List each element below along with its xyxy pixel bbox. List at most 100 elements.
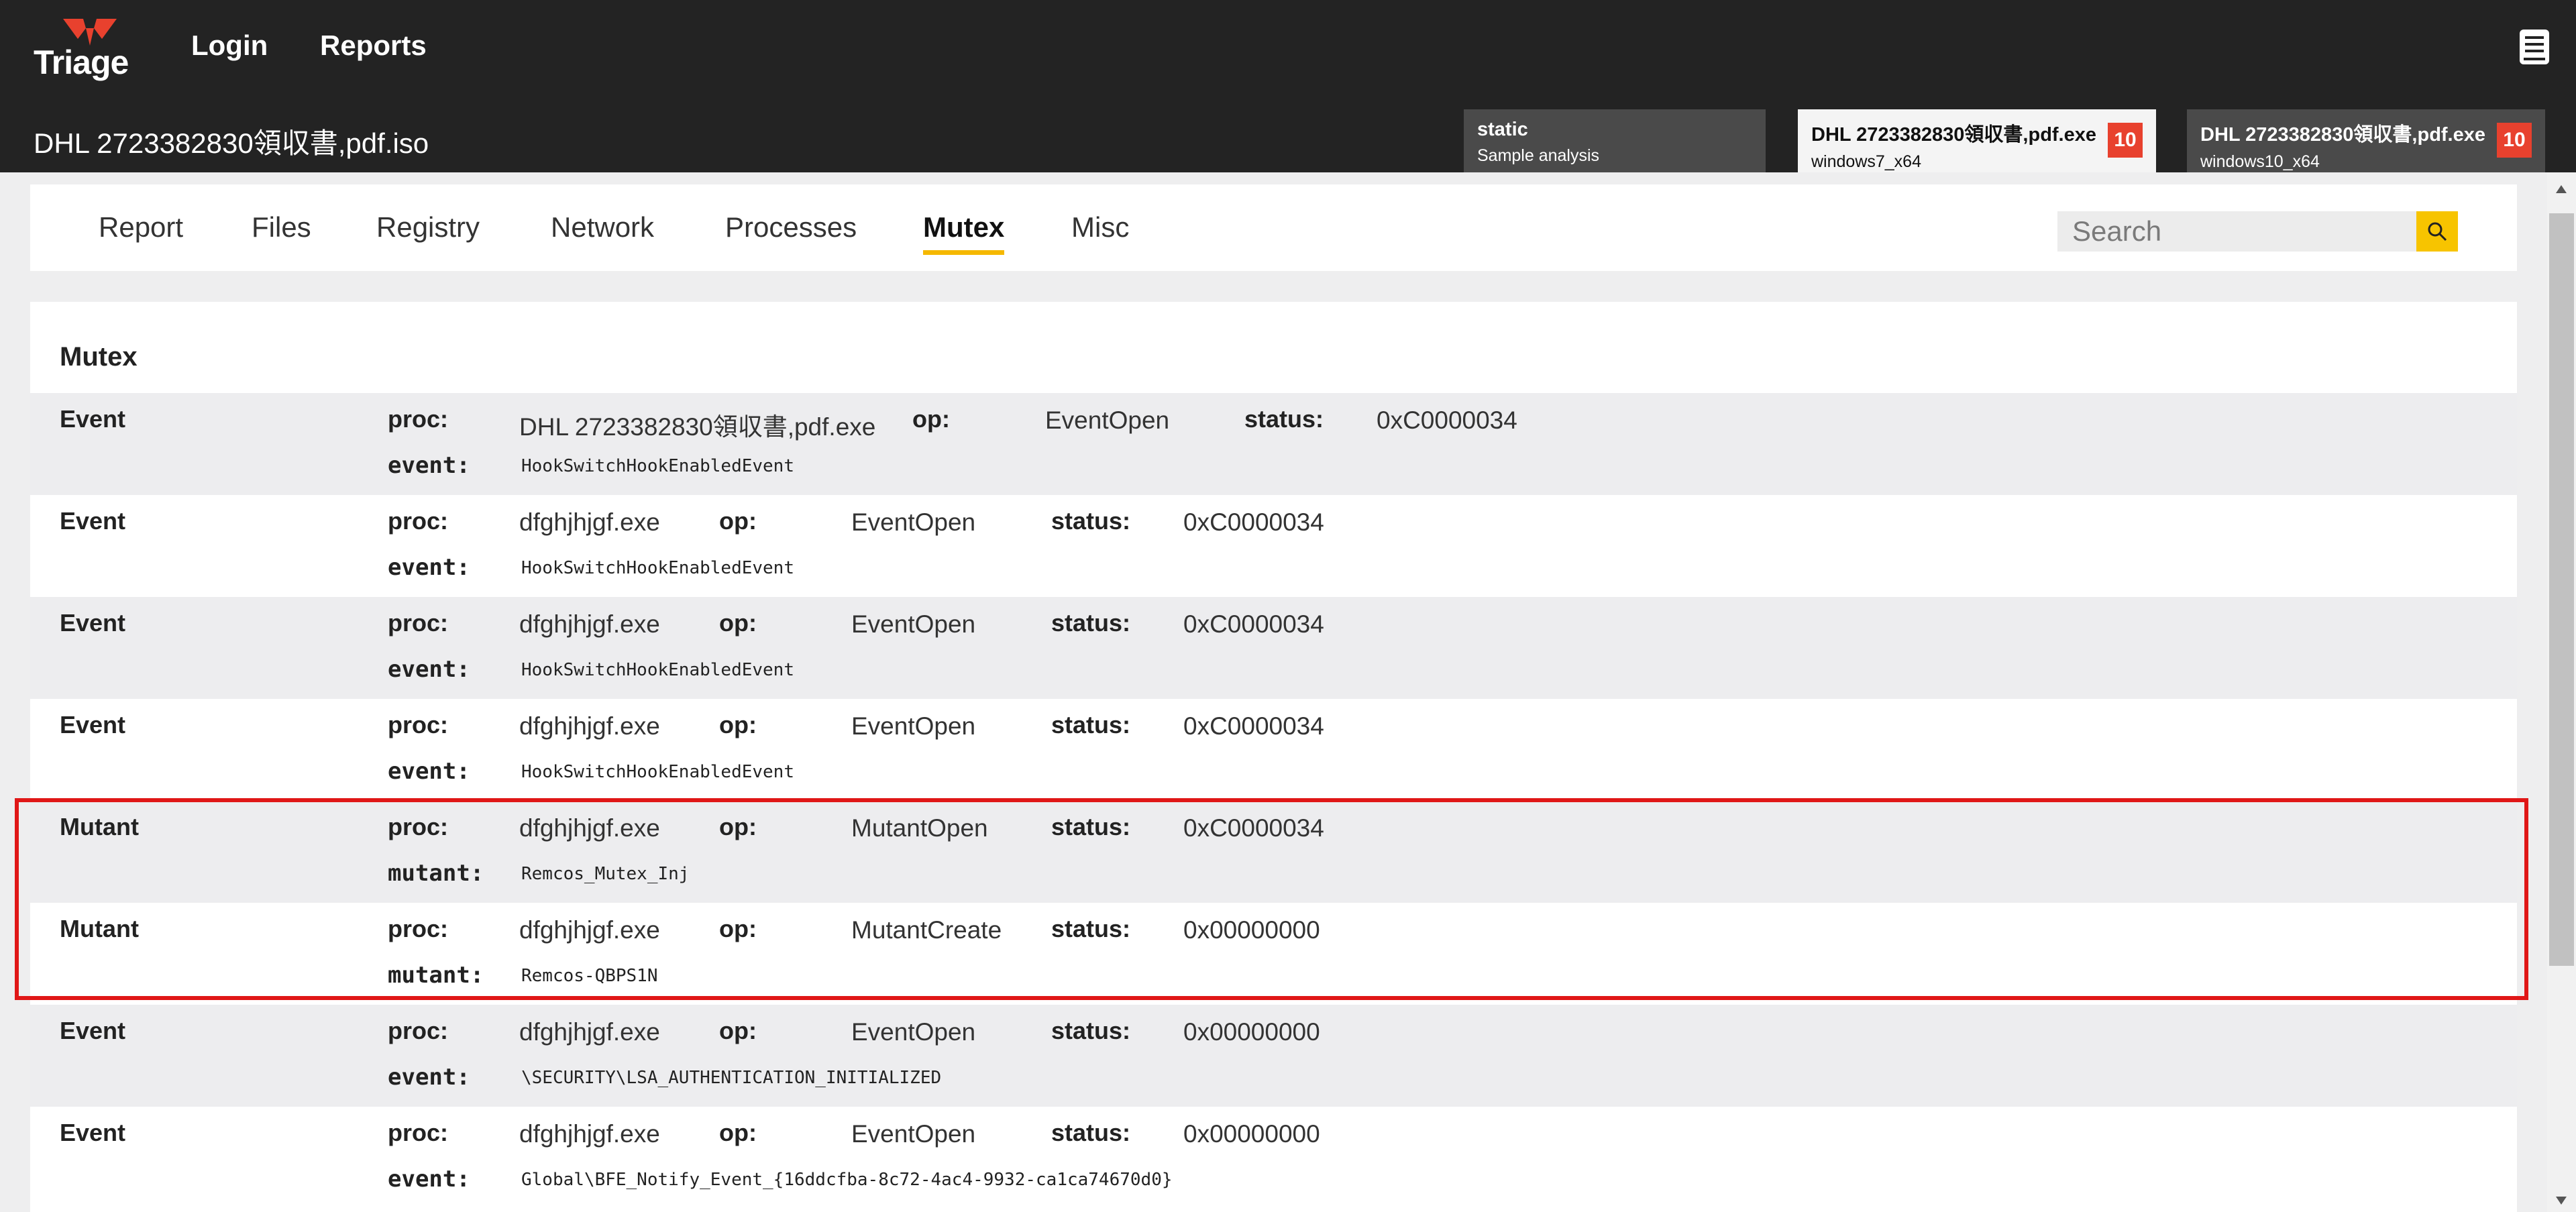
- detail-value: Global\BFE_Notify_Event_{16ddcfba-8c72-4…: [521, 1170, 1173, 1190]
- proc-label: proc:: [388, 507, 448, 535]
- tab-misc[interactable]: Misc: [1071, 211, 1129, 250]
- search-input[interactable]: [2057, 211, 2420, 252]
- status-label: status:: [1051, 1017, 1131, 1044]
- detail-value: \SECURITY\LSA_AUTHENTICATION_INITIALIZED: [521, 1068, 942, 1088]
- analysis-tab-subtitle: Sample analysis: [1477, 146, 1600, 165]
- row-type: Event: [60, 1119, 126, 1146]
- detail-value: HookSwitchHookEnabledEvent: [521, 762, 794, 782]
- proc-label: proc:: [388, 915, 448, 942]
- mutex-row: Event proc: dfghjhjgf.exe op: EventOpen statu…: [30, 597, 2517, 699]
- status-value: 0xC0000034: [1183, 508, 1324, 536]
- mutex-row: Event proc: dfghjhjgf.exe op: EventOpen statu…: [30, 699, 2517, 801]
- op-label: op:: [719, 915, 757, 942]
- score-badge: 10: [2497, 123, 2532, 158]
- search-button[interactable]: [2416, 211, 2458, 252]
- proc-label: proc:: [388, 405, 448, 433]
- status-label: status:: [1244, 405, 1324, 433]
- op-label: op:: [912, 405, 950, 433]
- op-value: EventOpen: [851, 508, 976, 536]
- status-value: 0x00000000: [1183, 1120, 1320, 1148]
- scrollbar-thumb[interactable]: [2549, 213, 2574, 966]
- status-value: 0xC0000034: [1183, 610, 1324, 638]
- detail-value: Remcos-QBPS1N: [521, 966, 658, 986]
- triage-logo-icon: [63, 19, 117, 46]
- analysis-tab-subtitle: windows7_x64: [1811, 152, 1921, 171]
- proc-value: dfghjhjgf.exe: [519, 712, 660, 740]
- status-label: status:: [1051, 1119, 1131, 1146]
- row-type: Mutant: [60, 915, 139, 942]
- status-value: 0x00000000: [1183, 1018, 1320, 1046]
- status-value: 0x00000000: [1183, 916, 1320, 944]
- status-label: status:: [1051, 813, 1131, 840]
- proc-value: dfghjhjgf.exe: [519, 916, 660, 944]
- mutex-row: Event proc: dfghjhjgf.exe op: EventOpen statu…: [30, 495, 2517, 597]
- analysis-tab-title: DHL 2723382830領収書,pdf.exe: [1811, 124, 2097, 146]
- analysis-tab-title: DHL 2723382830領収書,pdf.exe: [2200, 124, 2486, 146]
- op-value: EventOpen: [851, 1120, 976, 1148]
- proc-label: proc:: [388, 1119, 448, 1146]
- panel-title: Mutex: [60, 342, 138, 372]
- score-badge: 10: [2108, 123, 2143, 158]
- book-icon[interactable]: [2518, 28, 2551, 66]
- row-type: Event: [60, 405, 126, 433]
- proc-value: dfghjhjgf.exe: [519, 508, 660, 536]
- status-label: status:: [1051, 507, 1131, 535]
- row-type: Event: [60, 609, 126, 637]
- status-value: 0xC0000034: [1183, 712, 1324, 740]
- row-type: Event: [60, 507, 126, 535]
- detail-key: event:: [388, 758, 470, 785]
- triage-logo[interactable]: Triage: [34, 19, 129, 81]
- tab-registry[interactable]: Registry: [376, 211, 480, 250]
- proc-value: dfghjhjgf.exe: [519, 1018, 660, 1046]
- tab-report[interactable]: Report: [99, 211, 183, 250]
- detail-value: HookSwitchHookEnabledEvent: [521, 558, 794, 578]
- detail-value: HookSwitchHookEnabledEvent: [521, 456, 794, 476]
- op-value: EventOpen: [851, 1018, 976, 1046]
- op-value: EventOpen: [1045, 406, 1170, 434]
- op-label: op:: [719, 1119, 757, 1146]
- status-label: status:: [1051, 915, 1131, 942]
- detail-key: event:: [388, 1166, 470, 1193]
- row-type: Mutant: [60, 813, 139, 840]
- proc-label: proc:: [388, 711, 448, 738]
- detail-key: event:: [388, 656, 470, 683]
- proc-value: dfghjhjgf.exe: [519, 814, 660, 842]
- analysis-tab-windows10[interactable]: DHL 2723382830領収書,pdf.exe windows10_x64 …: [2187, 109, 2545, 172]
- scroll-up-arrow-icon[interactable]: [2553, 182, 2569, 196]
- analysis-tab-static[interactable]: static Sample analysis: [1464, 109, 1766, 172]
- mutex-row: Mutant proc: dfghjhjgf.exe op: MutantOpen sta…: [30, 801, 2517, 903]
- detail-key: event:: [388, 1064, 470, 1091]
- status-label: status:: [1051, 711, 1131, 738]
- analysis-tab-windows7[interactable]: DHL 2723382830領収書,pdf.exe windows7_x64 1…: [1798, 109, 2156, 172]
- op-label: op:: [719, 609, 757, 637]
- analysis-tab-subtitle: windows10_x64: [2200, 152, 2320, 171]
- proc-label: proc:: [388, 609, 448, 637]
- tab-files[interactable]: Files: [252, 211, 311, 250]
- analysis-tab-title: static: [1477, 119, 1528, 140]
- nav-login-link[interactable]: Login: [191, 30, 268, 62]
- mutex-row: Mutant proc: dfghjhjgf.exe op: MutantCreate s…: [30, 903, 2517, 1005]
- nav-reports-link[interactable]: Reports: [320, 30, 427, 62]
- op-label: op:: [719, 507, 757, 535]
- tab-network[interactable]: Network: [551, 211, 654, 250]
- status-value: 0xC0000034: [1183, 814, 1324, 842]
- op-value: MutantOpen: [851, 814, 988, 842]
- op-value: EventOpen: [851, 712, 976, 740]
- detail-key: event:: [388, 452, 470, 479]
- detail-key: mutant:: [388, 962, 484, 989]
- mutex-row: Event proc: DHL 2723382830領収書,pdf.exe op: Ev…: [30, 393, 2517, 495]
- sample-title: DHL 2723382830領収書,pdf.iso: [34, 127, 429, 159]
- top-header: Triage Login Reports DHL 2723382830領収書,p…: [0, 0, 2576, 172]
- proc-value: dfghjhjgf.exe: [519, 1120, 660, 1148]
- scroll-down-arrow-icon[interactable]: [2553, 1194, 2569, 1207]
- tab-processes[interactable]: Processes: [725, 211, 857, 250]
- detail-value: HookSwitchHookEnabledEvent: [521, 660, 794, 680]
- detail-key: mutant:: [388, 860, 484, 887]
- tab-mutex[interactable]: Mutex: [923, 211, 1005, 255]
- op-label: op:: [719, 813, 757, 840]
- mutex-panel: Mutex Event proc: DHL 2723382830領収書,pdf.ex…: [30, 302, 2517, 1212]
- detail-value: Remcos_Mutex_Inj: [521, 864, 690, 884]
- op-value: MutantCreate: [851, 916, 1002, 944]
- row-type: Event: [60, 1017, 126, 1044]
- search-icon: [2428, 222, 2447, 241]
